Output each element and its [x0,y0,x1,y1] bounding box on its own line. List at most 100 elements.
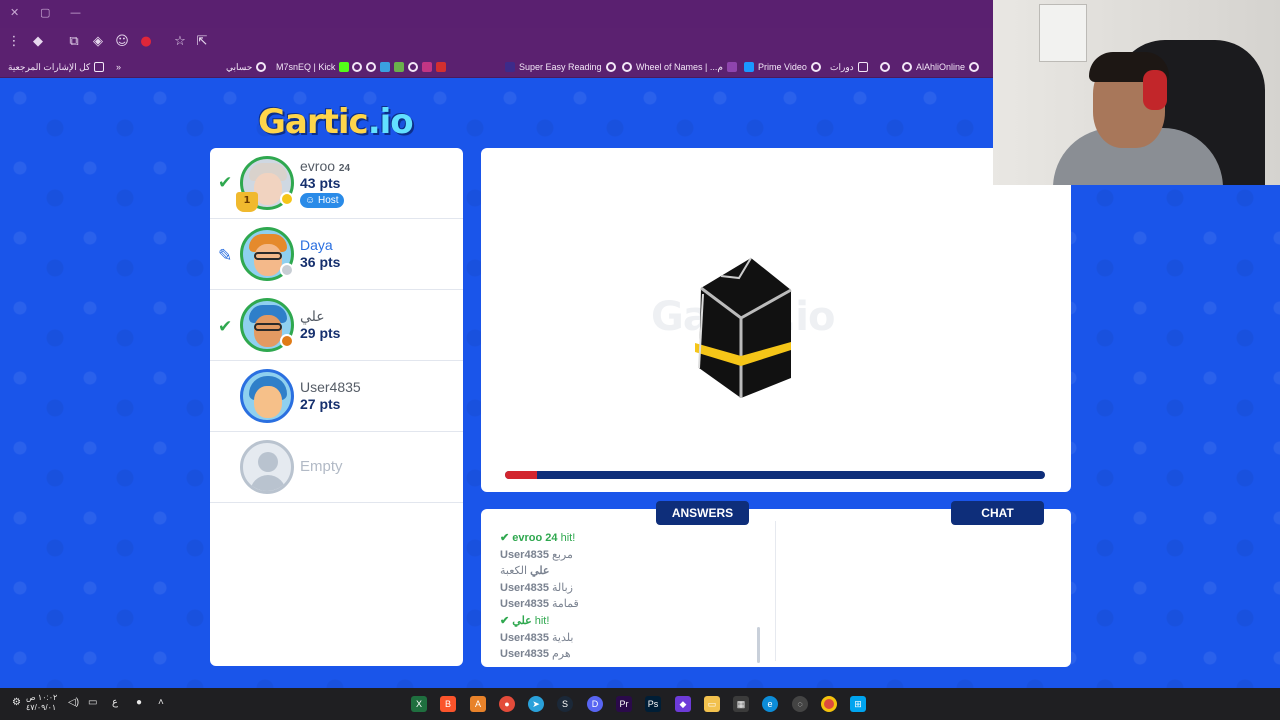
bookmark-label: كل الإشارات المرجعية [8,61,91,72]
extension-face-icon[interactable]: ☺ [114,34,130,50]
app-circle-icon[interactable]: ◌ [792,696,808,712]
round-timer-bar [505,471,1045,479]
check-icon: ✔ [218,317,233,337]
answer-row: User4835 هرم [500,648,571,661]
answers-scrollbar[interactable] [757,627,760,663]
globe-icon [256,62,267,72]
bookmark-label: Super Easy Reading [519,62,602,72]
gartic-logo: Gartic.io [258,102,414,142]
download-icon [394,62,404,72]
premiere-icon[interactable]: Pr [616,696,632,712]
answer-row: User4835 زبالة [500,581,573,594]
minimize-window-icon[interactable]: — [70,6,81,19]
globe-icon [366,62,376,72]
trophy-icon: 1 [236,192,258,212]
tab-answers[interactable]: ANSWERS [656,501,749,525]
wheel-icon [726,62,737,72]
player-name: Daya [300,237,333,253]
tab-chat[interactable]: CHAT [951,501,1044,525]
empty-player-slot[interactable]: Empty [210,432,463,503]
clock-time: ١٠:٠٢ ص [26,693,58,702]
chrome-icon[interactable] [821,696,837,712]
bookmark-all-bookmarks[interactable]: كل الإشارات المرجعية [8,60,105,74]
store-icon[interactable]: ▦ [733,696,749,712]
menu-dots-icon[interactable]: ⋮ [6,34,22,50]
bookmark-label: Wheel of Names | ...م [636,61,723,72]
avatar-face [254,315,282,347]
bookmark-prime-video[interactable]: Prime Video [744,60,821,74]
prime-icon [744,62,754,72]
pencil-icon: ✎ [218,246,233,266]
extension-diamond-icon[interactable]: ◈ [90,34,106,50]
status-dot [280,192,294,206]
app-record-icon[interactable]: ● [499,696,515,712]
file-explorer-icon[interactable]: ▭ [704,696,720,712]
discord-icon[interactable]: D [587,696,603,712]
bookmark-star-icon[interactable]: ☆ [172,34,188,50]
telegram-icon[interactable]: ➤ [528,696,544,712]
bookmark-my-account[interactable]: حسابي [226,60,267,74]
host-badge: ☺ Host [300,193,344,208]
players-panel: ✔ 1 evroo 24 43 pts ☺ Host ✎ Daya 36 pts [210,148,463,666]
close-window-icon[interactable]: ✕ [10,6,19,19]
excel-icon[interactable]: X [411,696,427,712]
brave-icon[interactable]: B [440,696,456,712]
site-icon [380,62,390,72]
taskbar-clock[interactable]: ١٠:٠٢ ص ٤٧/٠٩/٠١ [26,693,57,713]
a-icon [436,62,446,72]
extension-red-icon[interactable]: ● [138,34,154,50]
player-row[interactable]: User4835 27 pts [210,361,463,432]
bookmark-label: M7snEQ | Kick [276,62,336,72]
drawing-body [699,258,791,398]
globe-icon [969,62,980,72]
windows-taskbar: ⚙ ١٠:٠٢ ص ٤٧/٠٩/٠١ ◁) ▭ ع ● ˄ X B A ● ➤ … [0,688,1280,720]
answer-row: User4835 بلدية [500,631,574,644]
avatar-face [254,244,282,276]
bookmark-courses-folder[interactable]: دورات [830,60,868,74]
drawing-canvas[interactable]: Gartic.io [481,148,1071,492]
chevron-up-icon[interactable]: ˄ [158,697,164,708]
extensions-puzzle-icon[interactable]: ⧉ [66,34,82,50]
photoshop-icon[interactable]: Ps [645,696,661,712]
extension-icon[interactable]: ◆ [30,34,46,50]
round-timer-fill [505,471,538,479]
bookmark-wheel-of-names[interactable]: Wheel of Names | ...م [622,60,737,74]
steam-icon[interactable]: S [557,696,573,712]
app-diamond-icon[interactable]: ◆ [675,696,691,712]
check-icon: ✔ [500,614,513,627]
network-icon[interactable]: ▭ [88,697,97,708]
bookmark-icons-group[interactable] [352,60,446,74]
answers-chat-panel: ANSWERS CHAT ✔ evroo 24 hit! User4835 مر… [481,501,1071,667]
bookmark-label: Prime Video [758,62,807,72]
share-icon[interactable]: ⇱ [194,34,210,50]
language-indicator[interactable]: ع [112,697,118,708]
avatar-face [254,386,282,418]
player-row[interactable]: ✔ 1 evroo 24 43 pts ☺ Host [210,148,463,219]
player-row[interactable]: ✔ علي 29 pts [210,290,463,361]
bookmark-label: حسابي [226,61,253,72]
avatar-head [258,452,278,472]
bookmark-globe-extra[interactable] [880,60,890,74]
windows-start-icon[interactable]: ⊞ [850,696,866,712]
bookmark-super-easy-reading[interactable]: Super Easy Reading [505,60,616,74]
kick-icon [339,62,350,72]
more-bookmarks-button[interactable]: » [116,60,121,74]
webcam-headset [1143,70,1167,110]
answers-list: ✔ evroo 24 hit! User4835 مربع علي الكعبة… [500,531,770,664]
bookmark-alahli[interactable]: AlAhliOnline [902,60,980,74]
edge-icon[interactable]: e [762,696,778,712]
avatar-body [250,475,286,491]
microphone-icon[interactable]: ● [136,697,142,708]
maximize-window-icon[interactable]: ▢ [40,6,50,19]
bookmark-kick[interactable]: M7snEQ | Kick [276,60,350,74]
player-name: Empty [300,458,343,475]
volume-icon[interactable]: ◁) [68,697,79,708]
app-a-icon[interactable]: A [470,696,486,712]
avatar-face [254,173,282,205]
settings-icon[interactable]: ⚙ [12,697,21,708]
answer-row: علي الكعبة [500,565,550,578]
site-icon [505,62,515,72]
player-row[interactable]: ✎ Daya 36 pts [210,219,463,290]
avatar-glasses [254,252,282,260]
player-points: 29 pts [300,325,341,341]
